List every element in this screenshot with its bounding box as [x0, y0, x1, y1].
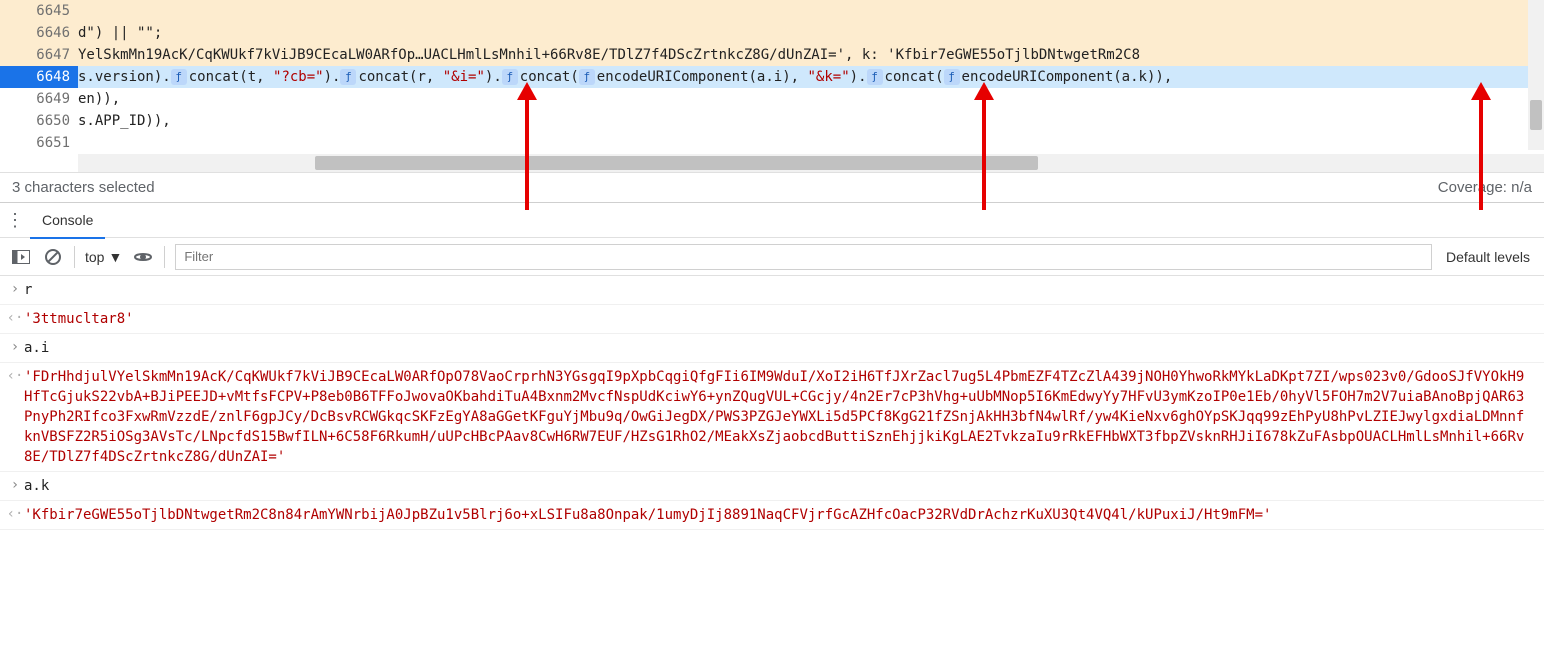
tab-console[interactable]: Console	[30, 202, 105, 238]
console-message[interactable]: a.k	[24, 476, 1538, 496]
code-token: concat(	[885, 69, 944, 85]
input-arrow-icon: ›	[6, 280, 24, 298]
line-number[interactable]: 6649	[0, 88, 78, 110]
console-log-area[interactable]: ›r‹·'3ttmucltar8'›a.i‹·'FDrHhdjulVYelSkm…	[0, 276, 1544, 530]
function-badge-icon[interactable]: ƒ	[340, 69, 356, 85]
selection-status: 3 characters selected	[12, 179, 155, 196]
console-filter-input[interactable]	[175, 244, 1432, 270]
code-line[interactable]: 6648s.version).ƒconcat(t, "?cb=").ƒconca…	[0, 66, 1544, 88]
code-token: ).	[324, 69, 341, 85]
code-token: "&i="	[443, 69, 485, 85]
code-text[interactable]: YelSkmMn19AcK/CqKWUkf7kViJB9CEcaLW0ARfOp…	[78, 44, 1544, 66]
code-text[interactable]: s.version).ƒconcat(t, "?cb=").ƒconcat(r,…	[78, 66, 1544, 88]
live-expression-icon[interactable]	[132, 246, 154, 268]
console-message[interactable]: '3ttmucltar8'	[24, 309, 1538, 329]
log-level-selector[interactable]: Default levels	[1442, 249, 1534, 265]
source-code-panel[interactable]: 66456646d") || "";6647YelSkmMn19AcK/CqKW…	[0, 0, 1544, 172]
console-input-row[interactable]: ›a.i	[0, 334, 1544, 363]
console-input-row[interactable]: ›a.k	[0, 472, 1544, 501]
line-number[interactable]: 6647	[0, 44, 78, 66]
console-toolbar: top ▼ Default levels	[0, 238, 1544, 276]
line-number[interactable]: 6648	[0, 66, 78, 88]
code-token: ).	[850, 69, 867, 85]
function-badge-icon[interactable]: ƒ	[502, 69, 518, 85]
toolbar-divider	[164, 246, 165, 268]
code-token: concat(	[520, 69, 579, 85]
code-token: d") || "";	[78, 25, 162, 41]
input-arrow-icon: ›	[6, 338, 24, 356]
function-badge-icon[interactable]: ƒ	[579, 69, 595, 85]
code-line[interactable]: 6651	[0, 132, 1544, 154]
code-line[interactable]: 6645	[0, 0, 1544, 22]
console-output-row[interactable]: ‹·'Kfbir7eGWE55oTjlbDNtwgetRm2C8n84rAmYW…	[0, 501, 1544, 530]
console-output-row[interactable]: ‹·'3ttmucltar8'	[0, 305, 1544, 334]
code-line[interactable]: 6646d") || "";	[0, 22, 1544, 44]
code-text[interactable]: en)),	[78, 88, 1544, 110]
code-vertical-scrollbar[interactable]	[1528, 0, 1544, 150]
console-message[interactable]: 'Kfbir7eGWE55oTjlbDNtwgetRm2C8n84rAmYWNr…	[24, 505, 1538, 525]
console-message[interactable]: a.i	[24, 338, 1538, 358]
code-text[interactable]	[78, 132, 1544, 154]
toolbar-divider	[74, 246, 75, 268]
code-token: s.version).	[78, 69, 171, 85]
code-text[interactable]: d") || "";	[78, 22, 1544, 44]
output-arrow-icon: ‹·	[6, 367, 24, 385]
code-text[interactable]: s.APP_ID)),	[78, 110, 1544, 132]
code-line[interactable]: 6647YelSkmMn19AcK/CqKWUkf7kViJB9CEcaLW0A…	[0, 44, 1544, 66]
execution-context-selector[interactable]: top ▼	[85, 249, 122, 265]
code-token: concat(r,	[358, 69, 442, 85]
input-arrow-icon: ›	[6, 476, 24, 494]
code-token: YelSkmMn19AcK/CqKWUkf7kViJB9CEcaLW0ARfOp…	[78, 47, 1140, 63]
console-sidebar-toggle-icon[interactable]	[10, 246, 32, 268]
line-number[interactable]: 6645	[0, 0, 78, 22]
drawer-tabs: ⋮ Console	[0, 202, 1544, 238]
code-token: "?cb="	[273, 69, 324, 85]
code-token: s.APP_ID)),	[78, 113, 171, 129]
console-input-row[interactable]: ›r	[0, 276, 1544, 305]
code-line[interactable]: 6649en)),	[0, 88, 1544, 110]
coverage-status: Coverage: n/a	[1438, 179, 1532, 196]
line-number[interactable]: 6650	[0, 110, 78, 132]
code-token: concat(t,	[189, 69, 273, 85]
code-token: ).	[485, 69, 502, 85]
dropdown-icon: ▼	[108, 249, 122, 265]
code-token: en)),	[78, 91, 120, 107]
execution-context-label: top	[85, 249, 104, 265]
code-horizontal-scrollbar-thumb[interactable]	[315, 156, 1038, 170]
code-vertical-scrollbar-thumb[interactable]	[1530, 100, 1542, 130]
drawer-menu-icon[interactable]: ⋮	[0, 210, 30, 231]
output-arrow-icon: ‹·	[6, 309, 24, 327]
output-arrow-icon: ‹·	[6, 505, 24, 523]
line-number[interactable]: 6651	[0, 132, 78, 154]
line-number[interactable]: 6646	[0, 22, 78, 44]
code-line[interactable]: 6650s.APP_ID)),	[0, 110, 1544, 132]
code-token: "&k="	[808, 69, 850, 85]
code-horizontal-scrollbar[interactable]	[78, 154, 1544, 172]
code-status-bar: 3 characters selected Coverage: n/a	[0, 172, 1544, 202]
function-badge-icon[interactable]: ƒ	[867, 69, 883, 85]
console-output-row[interactable]: ‹·'FDrHhdjulVYelSkmMn19AcK/CqKWUkf7kViJB…	[0, 363, 1544, 472]
code-text[interactable]	[78, 0, 1544, 22]
code-token: encodeURIComponent(a.k)),	[962, 69, 1173, 85]
function-badge-icon[interactable]: ƒ	[171, 69, 187, 85]
code-token: encodeURIComponent(a.i),	[597, 69, 808, 85]
console-message[interactable]: 'FDrHhdjulVYelSkmMn19AcK/CqKWUkf7kViJB9C…	[24, 367, 1538, 467]
function-badge-icon[interactable]: ƒ	[944, 69, 960, 85]
console-message[interactable]: r	[24, 280, 1538, 300]
clear-console-icon[interactable]	[42, 246, 64, 268]
